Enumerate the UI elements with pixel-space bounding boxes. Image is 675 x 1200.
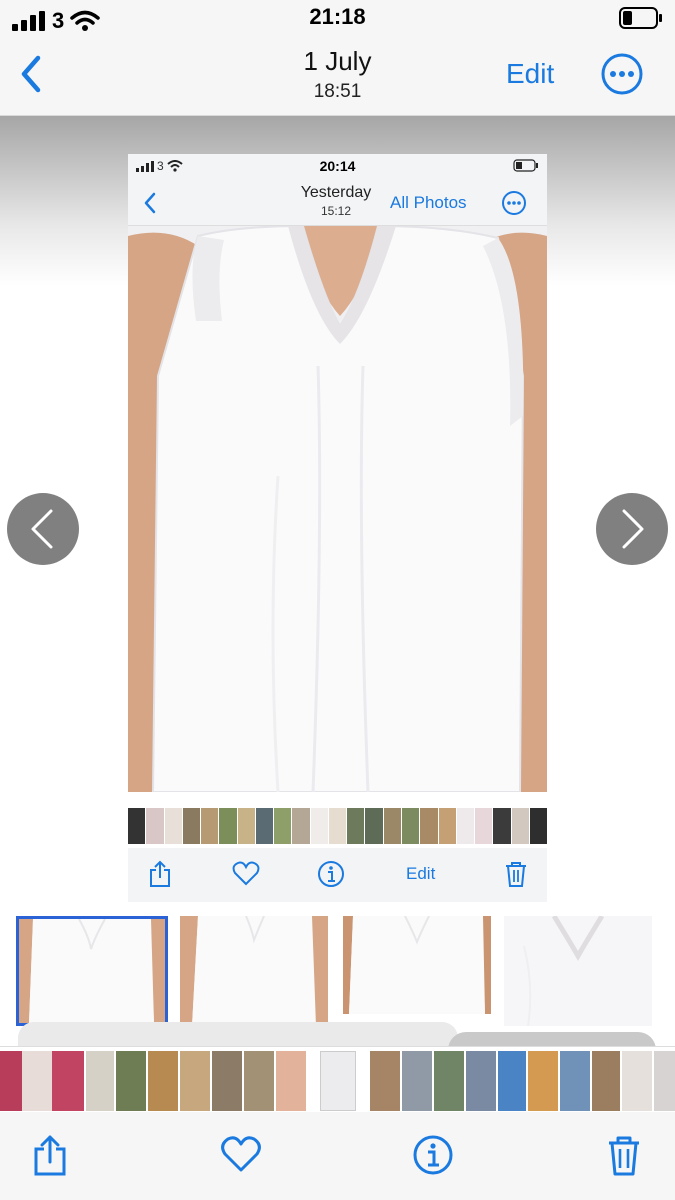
inner-nav-date: Yesterday xyxy=(300,184,372,201)
photo-thumbnail-selected[interactable] xyxy=(16,916,168,1026)
share-button[interactable] xyxy=(32,1134,68,1183)
filmstrip-thumbnail[interactable] xyxy=(622,1051,652,1111)
next-button[interactable] xyxy=(596,493,668,565)
previous-button[interactable] xyxy=(7,493,79,565)
inner-toolbar: Edit xyxy=(128,848,547,902)
filmstrip-thumbnail[interactable] xyxy=(116,1051,146,1111)
filmstrip-thumbnail[interactable] xyxy=(370,1051,400,1111)
blouse-thumbnail xyxy=(180,916,328,1026)
battery-icon xyxy=(619,7,663,34)
arrow-right-icon xyxy=(622,509,644,549)
info-icon xyxy=(413,1135,453,1175)
filmstrip-thumbnail[interactable] xyxy=(592,1051,620,1111)
edit-button[interactable]: Edit xyxy=(506,58,554,90)
chevron-left-icon xyxy=(144,192,156,214)
inner-screenshot: 3 20:14 Yesterday 15:12 All Photos Edit xyxy=(128,154,548,902)
filmstrip-thumbnail[interactable] xyxy=(402,1051,432,1111)
filmstrip[interactable] xyxy=(0,1046,675,1112)
inner-all-photos-label: All Photos xyxy=(390,193,467,212)
inner-edit-label: Edit xyxy=(406,864,436,883)
photo-thumbnail[interactable] xyxy=(180,916,328,1026)
inner-status-time: 20:14 xyxy=(319,158,356,174)
nav-time: 18:51 xyxy=(313,81,362,102)
trash-icon xyxy=(506,862,526,887)
inner-nav-bar: Yesterday 15:12 All Photos xyxy=(128,180,547,226)
filmstrip-thumbnail[interactable] xyxy=(148,1051,178,1111)
blouse-thumbnail xyxy=(343,916,491,1014)
filmstrip-thumbnail[interactable] xyxy=(180,1051,210,1111)
share-icon xyxy=(150,860,170,887)
filmstrip-thumbnail[interactable] xyxy=(276,1051,306,1111)
filmstrip-thumbnail[interactable] xyxy=(466,1051,496,1111)
heart-icon xyxy=(232,861,260,886)
filmstrip-thumbnail[interactable] xyxy=(86,1051,114,1111)
photo-thumbnail[interactable] xyxy=(504,916,652,1026)
inner-nav-title: Yesterday 15:12 xyxy=(286,184,386,218)
favorite-button[interactable] xyxy=(220,1134,262,1179)
blouse-photo xyxy=(128,226,547,792)
nav-date: 1 July xyxy=(303,46,372,76)
inner-status-bar: 3 20:14 xyxy=(128,154,547,180)
filmstrip-thumbnail[interactable] xyxy=(0,1051,22,1111)
delete-button[interactable] xyxy=(606,1134,642,1183)
trash-icon xyxy=(609,1136,639,1176)
info-icon xyxy=(318,861,344,887)
more-icon xyxy=(502,191,526,215)
filmstrip-thumbnail[interactable] xyxy=(434,1051,464,1111)
filmstrip-thumbnail-current[interactable] xyxy=(320,1051,356,1111)
more-button[interactable] xyxy=(600,52,644,96)
blouse-image xyxy=(128,226,547,792)
photo-thumbnail[interactable] xyxy=(343,916,491,1014)
blouse-thumbnail xyxy=(504,916,652,1026)
battery-icon xyxy=(513,159,539,177)
share-icon xyxy=(34,1135,66,1176)
nav-bar: 1 July 18:51 Edit xyxy=(0,36,675,116)
filmstrip-thumbnail[interactable] xyxy=(560,1051,590,1111)
filmstrip-thumbnail[interactable] xyxy=(52,1051,84,1111)
filmstrip-thumbnail[interactable] xyxy=(528,1051,558,1111)
nav-title: 1 July 18:51 xyxy=(0,46,675,103)
filmstrip-thumbnail[interactable] xyxy=(212,1051,242,1111)
filmstrip-thumbnail[interactable] xyxy=(654,1051,675,1111)
blouse-thumbnail xyxy=(19,919,165,1023)
filmstrip-thumbnail[interactable] xyxy=(22,1051,52,1111)
filmstrip-thumbnail[interactable] xyxy=(498,1051,526,1111)
arrow-left-icon xyxy=(31,509,53,549)
photo-viewer[interactable]: 3 20:14 Yesterday 15:12 All Photos Edit xyxy=(0,116,675,1062)
status-time: 21:18 xyxy=(309,4,366,29)
bottom-toolbar xyxy=(0,1112,675,1200)
filmstrip-thumbnail[interactable] xyxy=(244,1051,274,1111)
heart-icon xyxy=(221,1136,261,1172)
info-button[interactable] xyxy=(412,1134,454,1181)
more-icon xyxy=(601,53,643,95)
inner-nav-time: 15:12 xyxy=(320,204,352,218)
inner-thumbnail-strip xyxy=(128,808,548,844)
status-bar: 3 21:18 xyxy=(0,0,675,36)
